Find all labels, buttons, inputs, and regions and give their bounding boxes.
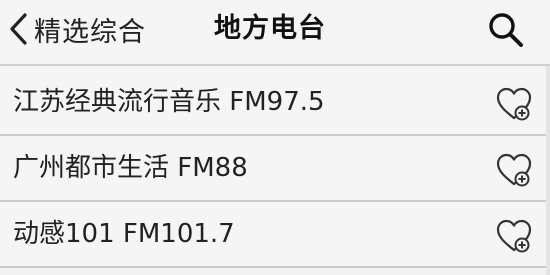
heart-add-icon [494, 84, 534, 124]
back-button[interactable]: 精选综合 [8, 9, 146, 49]
station-name: 动感101 FM101.7 [13, 219, 235, 249]
search-button[interactable] [486, 10, 526, 50]
station-name: 江苏经典流行音乐 FM97.5 [13, 87, 325, 117]
station-name: 广州都市生活 FM88 [13, 153, 248, 183]
search-icon [486, 10, 526, 50]
add-favorite-button[interactable] [494, 150, 534, 190]
back-label: 精选综合 [34, 16, 146, 48]
add-favorite-button[interactable] [494, 216, 534, 256]
station-list: 江苏经典流行音乐 FM97.5 广州都市生活 FM88 动感101 FM101.… [0, 70, 550, 268]
station-row[interactable]: 江苏经典流行音乐 FM97.5 [0, 70, 550, 136]
heart-add-icon [494, 216, 534, 256]
station-row[interactable]: 广州都市生活 FM88 [0, 136, 550, 202]
add-favorite-button[interactable] [494, 84, 534, 124]
heart-add-icon [494, 150, 534, 190]
page-title: 地方电台 [214, 13, 326, 44]
scrollbar-track [546, 66, 550, 275]
chevron-left-icon [8, 12, 30, 46]
top-bar: 精选综合 地方电台 [0, 0, 550, 66]
station-row[interactable]: 动感101 FM101.7 [0, 202, 550, 268]
app-window: 精选综合 地方电台 江苏经典流行音乐 FM97.5 广州都市生活 FM88 动感… [0, 0, 550, 275]
